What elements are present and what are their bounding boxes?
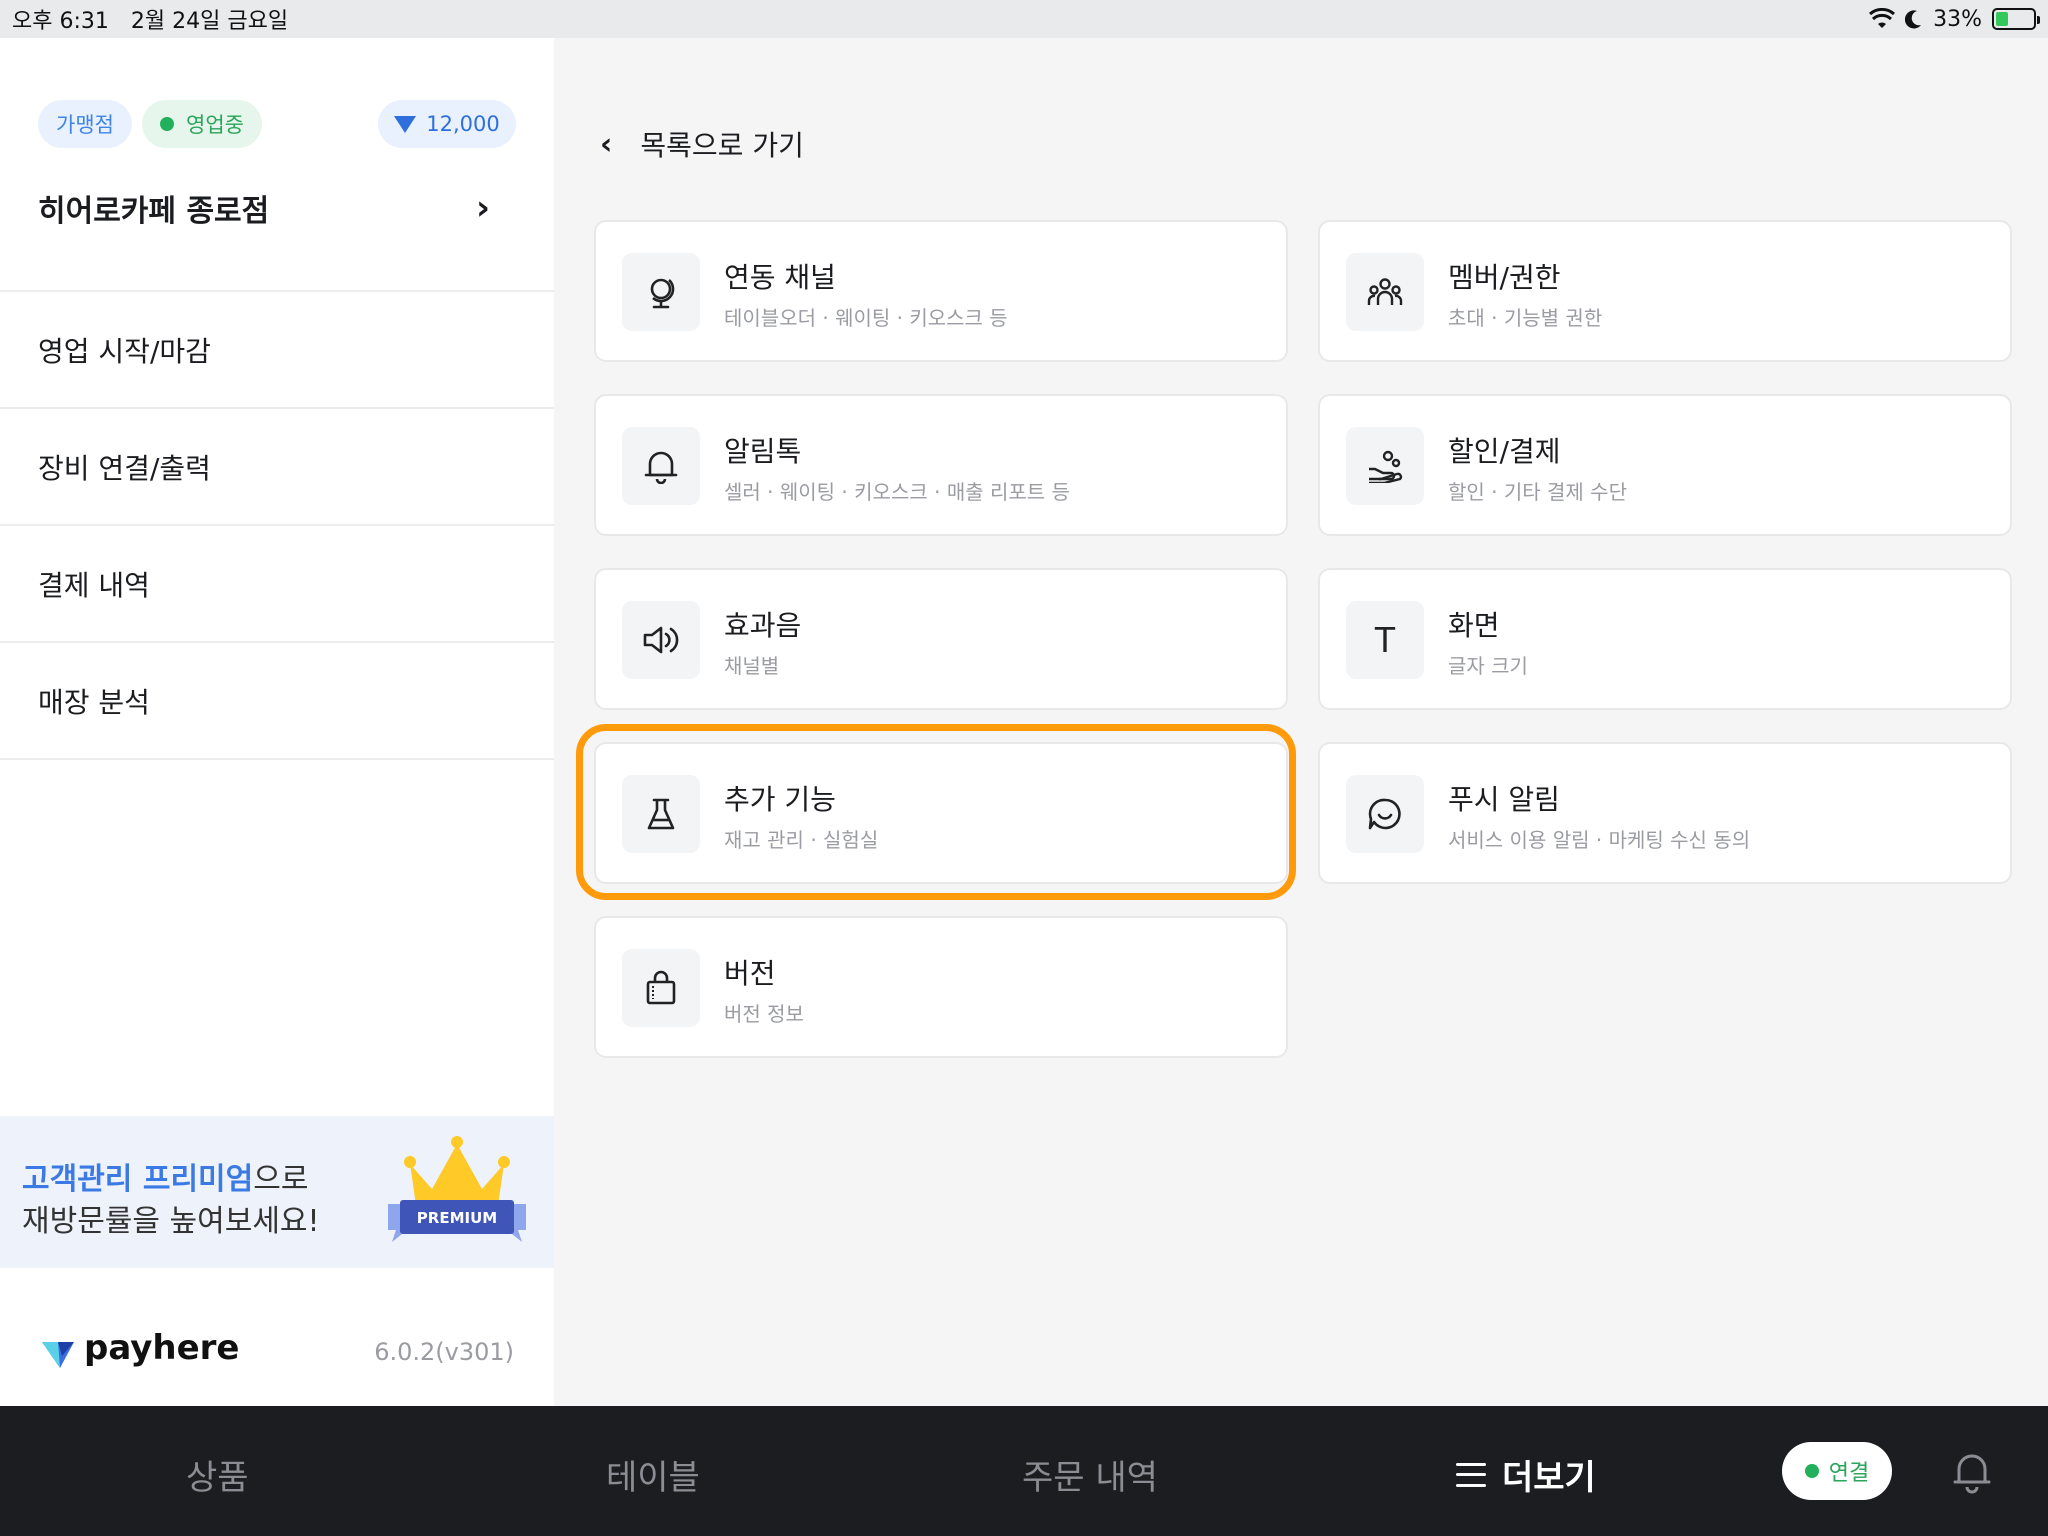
- bag-icon: [622, 949, 700, 1027]
- tab-more[interactable]: 더보기: [1456, 1450, 1596, 1499]
- promo-line-1: 고객관리 프리미엄으로: [22, 1154, 308, 1198]
- sidebar-item-label: 매장 분석: [38, 685, 150, 719]
- chevron-right-icon[interactable]: ›: [476, 188, 490, 228]
- franchise-badge-label: 가맹점: [56, 113, 114, 137]
- settings-main: ‹ 목록으로 가기 연동 채널 테이블오더 · 웨이팅 · 키오스크 등 멤버/…: [554, 38, 2048, 1406]
- hand-coin-icon: [1346, 427, 1424, 505]
- card-description: 버전 정보: [724, 1002, 804, 1026]
- card-title: 멤버/권한: [1448, 261, 1561, 294]
- store-header[interactable]: 가맹점 영업중 12,000 히어로카페 종로점 ›: [0, 38, 554, 292]
- sidebar-item-label: 영업 시작/마감: [38, 334, 211, 368]
- sidebar-item-label: 장비 연결/출력: [38, 451, 211, 485]
- settings-card-display[interactable]: T 화면 글자 크기: [1318, 568, 2012, 710]
- settings-card-alimtalk[interactable]: 알림톡 셀러 · 웨이팅 · 키오스크 · 매출 리포트 등: [594, 394, 1288, 536]
- card-description: 셀러 · 웨이팅 · 키오스크 · 매출 리포트 등: [724, 480, 1070, 504]
- card-title: 푸시 알림: [1448, 783, 1560, 816]
- card-title: 효과음: [724, 609, 802, 642]
- battery-percent: 33%: [1933, 6, 1982, 32]
- card-title: 할인/결제: [1448, 435, 1561, 468]
- tab-order-history[interactable]: 주문 내역: [1022, 1450, 1158, 1499]
- card-title: 연동 채널: [724, 261, 836, 294]
- app-version: 6.0.2(v301): [374, 1338, 514, 1366]
- sidebar-item-business-open-close[interactable]: 영업 시작/마감: [0, 292, 554, 409]
- store-name: 히어로카페 종로점: [38, 194, 270, 229]
- settings-card-push-notifications[interactable]: 푸시 알림 서비스 이용 알림 · 마케팅 수신 동의: [1318, 742, 2012, 884]
- sidebar-item-device-connection[interactable]: 장비 연결/출력: [0, 409, 554, 526]
- sidebar: 가맹점 영업중 12,000 히어로카페 종로점 › 영업 시작/마감 장비 연…: [0, 38, 554, 1406]
- payhere-logo-icon: [42, 1342, 74, 1368]
- brand-footer: payhere 6.0.2(v301): [0, 1308, 554, 1406]
- people-icon: [1346, 253, 1424, 331]
- chevron-left-icon: ‹: [600, 126, 613, 162]
- card-description: 초대 · 기능별 권한: [1448, 306, 1603, 330]
- points-badge[interactable]: 12,000: [378, 100, 516, 148]
- wifi-icon: [1869, 8, 1896, 28]
- premium-promo-banner[interactable]: 고객관리 프리미엄으로 재방문률을 높여보세요! PREMIUM: [0, 1116, 554, 1268]
- settings-card-version[interactable]: 버전 버전 정보: [594, 916, 1288, 1058]
- sidebar-item-label: 결제 내역: [38, 568, 150, 602]
- settings-card-members-permissions[interactable]: 멤버/권한 초대 · 기능별 권한: [1318, 220, 2012, 362]
- card-description: 테이블오더 · 웨이팅 · 키오스크 등: [724, 306, 1008, 330]
- bottom-navigation: 상품 테이블 주문 내역 더보기 연결: [0, 1406, 2048, 1536]
- open-status-badge: 영업중: [142, 100, 262, 148]
- speaker-icon: [622, 601, 700, 679]
- card-title: 버전: [724, 957, 776, 990]
- card-description: 서비스 이용 알림 · 마케팅 수신 동의: [1448, 828, 1751, 852]
- battery-icon: [1992, 8, 2040, 30]
- brand-name: payhere: [84, 1328, 240, 1368]
- notification-bell-icon[interactable]: [1952, 1450, 1992, 1494]
- points-value: 12,000: [426, 112, 500, 136]
- tab-more-label: 더보기: [1502, 1458, 1596, 1498]
- promo-suffix: 으로: [253, 1162, 309, 1197]
- tab-tables[interactable]: 테이블: [606, 1450, 700, 1499]
- card-description: 할인 · 기타 결제 수단: [1448, 480, 1627, 504]
- highlight-outline: [576, 724, 1296, 900]
- settings-card-sound-effects[interactable]: 효과음 채널별: [594, 568, 1288, 710]
- status-dot-icon: [160, 117, 174, 131]
- settings-card-discount-payment[interactable]: 할인/결제 할인 · 기타 결제 수단: [1318, 394, 2012, 536]
- card-description: 글자 크기: [1448, 654, 1528, 678]
- back-to-list-button[interactable]: ‹ 목록으로 가기: [600, 124, 804, 164]
- moon-icon: [1905, 10, 1922, 29]
- tab-products[interactable]: 상품: [186, 1450, 249, 1499]
- bell-icon: [622, 427, 700, 505]
- menu-icon: [1456, 1462, 1486, 1487]
- back-label: 목록으로 가기: [640, 129, 804, 162]
- card-title: 알림톡: [724, 435, 802, 468]
- sidebar-item-store-analytics[interactable]: 매장 분석: [0, 643, 554, 760]
- status-time: 오후 6:31: [12, 9, 109, 34]
- card-description: 채널별: [724, 654, 780, 678]
- chat-smile-icon: [1346, 775, 1424, 853]
- sidebar-item-payment-history[interactable]: 결제 내역: [0, 526, 554, 643]
- premium-badge-text: PREMIUM: [417, 1209, 497, 1227]
- status-bar: 오후 6:31 2월 24일 금요일 33%: [0, 0, 2048, 38]
- connection-dot-icon: [1804, 1464, 1819, 1478]
- status-right: 33%: [1869, 6, 2040, 32]
- settings-card-linked-channels[interactable]: 연동 채널 테이블오더 · 웨이팅 · 키오스크 등: [594, 220, 1288, 362]
- franchise-badge: 가맹점: [38, 100, 132, 148]
- text-size-glyph: T: [1374, 619, 1396, 660]
- text-size-icon: T: [1346, 601, 1424, 679]
- card-title: 화면: [1448, 609, 1500, 642]
- promo-highlight: 고객관리 프리미엄: [22, 1162, 254, 1197]
- promo-line-2: 재방문률을 높여보세요!: [22, 1204, 320, 1239]
- connection-status-button[interactable]: 연결: [1782, 1442, 1892, 1500]
- connection-label: 연결: [1828, 1461, 1870, 1486]
- open-status-label: 영업중: [186, 113, 244, 137]
- payhere-point-icon: [394, 115, 417, 133]
- globe-icon: [622, 253, 700, 331]
- premium-crown-icon: PREMIUM: [388, 1136, 526, 1242]
- status-date: 2월 24일 금요일: [130, 9, 289, 34]
